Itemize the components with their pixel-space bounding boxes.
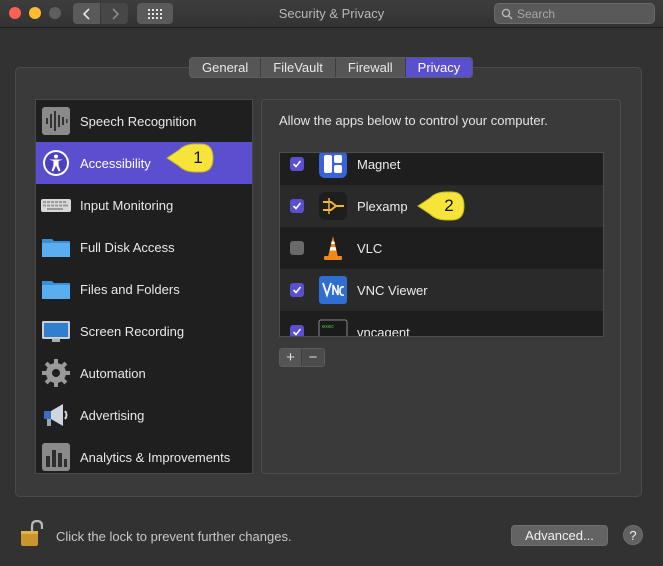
app-name: VLC (357, 240, 383, 256)
checkmark-icon (292, 160, 302, 168)
app-checkbox[interactable] (290, 199, 304, 213)
sidebar-item-label: Automation (80, 365, 146, 381)
tab-firewall[interactable]: Firewall (336, 58, 406, 77)
list-item[interactable]: exec vncagent (280, 311, 603, 337)
sidebar-item-label: Accessibility (80, 155, 151, 171)
tab-general[interactable]: General (190, 58, 262, 77)
add-remove-controls: + − (279, 348, 325, 367)
vlc-cone-icon (318, 233, 348, 263)
gear-icon (41, 358, 71, 388)
lock-status-text: Click the lock to prevent further change… (56, 529, 292, 544)
list-item[interactable]: VNC Viewer (280, 269, 603, 311)
checkmark-icon (292, 328, 302, 336)
display-icon (41, 316, 71, 346)
sidebar-item-analytics[interactable]: Analytics & Improvements (36, 436, 252, 478)
accessibility-icon (41, 148, 71, 178)
callout-badge-1: 1 (165, 142, 217, 174)
unlocked-padlock-icon (21, 519, 44, 546)
terminal-icon: exec (318, 317, 348, 336)
search-field[interactable] (494, 3, 655, 24)
permission-description: Allow the apps below to control your com… (279, 113, 548, 128)
advanced-button[interactable]: Advanced... (511, 525, 608, 546)
magnet-icon (318, 153, 348, 179)
title-bar: Security & Privacy (0, 0, 663, 28)
sidebar-item-label: Screen Recording (80, 323, 185, 339)
app-name: Plexamp (357, 198, 408, 214)
sidebar-item-label: Advertising (80, 407, 145, 423)
app-checkbox[interactable] (290, 325, 304, 336)
folder-icon (41, 232, 71, 262)
sidebar-item-accessibility[interactable]: Accessibility (36, 142, 252, 184)
app-list[interactable]: Magnet Plexamp VLC VNC Viewer exec vncag… (279, 152, 604, 337)
sidebar-item-label: Files and Folders (80, 281, 180, 297)
sidebar-item-label: Speech Recognition (80, 113, 197, 129)
privacy-category-list: Speech Recognition Accessibility Input M… (35, 99, 253, 474)
bar-chart-icon (41, 442, 71, 472)
app-name: VNC Viewer (357, 282, 428, 298)
sidebar-item-label: Full Disk Access (80, 239, 175, 255)
megaphone-icon (41, 400, 71, 430)
checkmark-icon (292, 286, 302, 294)
list-item[interactable]: VLC (280, 227, 603, 269)
keyboard-icon (41, 190, 71, 220)
app-checkbox[interactable] (290, 157, 304, 171)
sidebar-item-files-and-folders[interactable]: Files and Folders (36, 268, 252, 310)
sidebar-item-full-disk-access[interactable]: Full Disk Access (36, 226, 252, 268)
plexamp-icon (318, 191, 348, 221)
folder-icon (41, 274, 71, 304)
callout-badge-2: 2 (416, 190, 468, 222)
remove-app-button[interactable]: − (302, 349, 324, 366)
search-input[interactable] (517, 5, 647, 22)
waveform-icon (41, 106, 71, 136)
callout-number: 2 (444, 196, 454, 215)
app-checkbox[interactable] (290, 241, 304, 255)
sidebar-item-input-monitoring[interactable]: Input Monitoring (36, 184, 252, 226)
app-name: Magnet (357, 156, 401, 172)
callout-number: 1 (193, 148, 203, 167)
tab-bar: General FileVault Firewall Privacy (189, 57, 474, 78)
sidebar-item-screen-recording[interactable]: Screen Recording (36, 310, 252, 352)
add-app-button[interactable]: + (280, 349, 302, 366)
app-checkbox[interactable] (290, 283, 304, 297)
sidebar-item-advertising[interactable]: Advertising (36, 394, 252, 436)
sidebar-item-automation[interactable]: Automation (36, 352, 252, 394)
svg-text:exec: exec (322, 324, 334, 330)
checkmark-icon (292, 202, 302, 210)
list-item[interactable]: Magnet (280, 153, 603, 185)
tab-filevault[interactable]: FileVault (261, 58, 336, 77)
vnc-icon (318, 275, 348, 305)
help-button[interactable]: ? (623, 525, 643, 545)
lock-button[interactable] (19, 519, 44, 548)
sidebar-item-label: Analytics & Improvements (80, 449, 231, 465)
sidebar-item-label: Input Monitoring (80, 197, 174, 213)
app-name: vncagent (357, 324, 410, 337)
tab-privacy[interactable]: Privacy (405, 58, 473, 77)
search-icon (501, 8, 513, 20)
sidebar-item-speech-recognition[interactable]: Speech Recognition (36, 100, 252, 142)
